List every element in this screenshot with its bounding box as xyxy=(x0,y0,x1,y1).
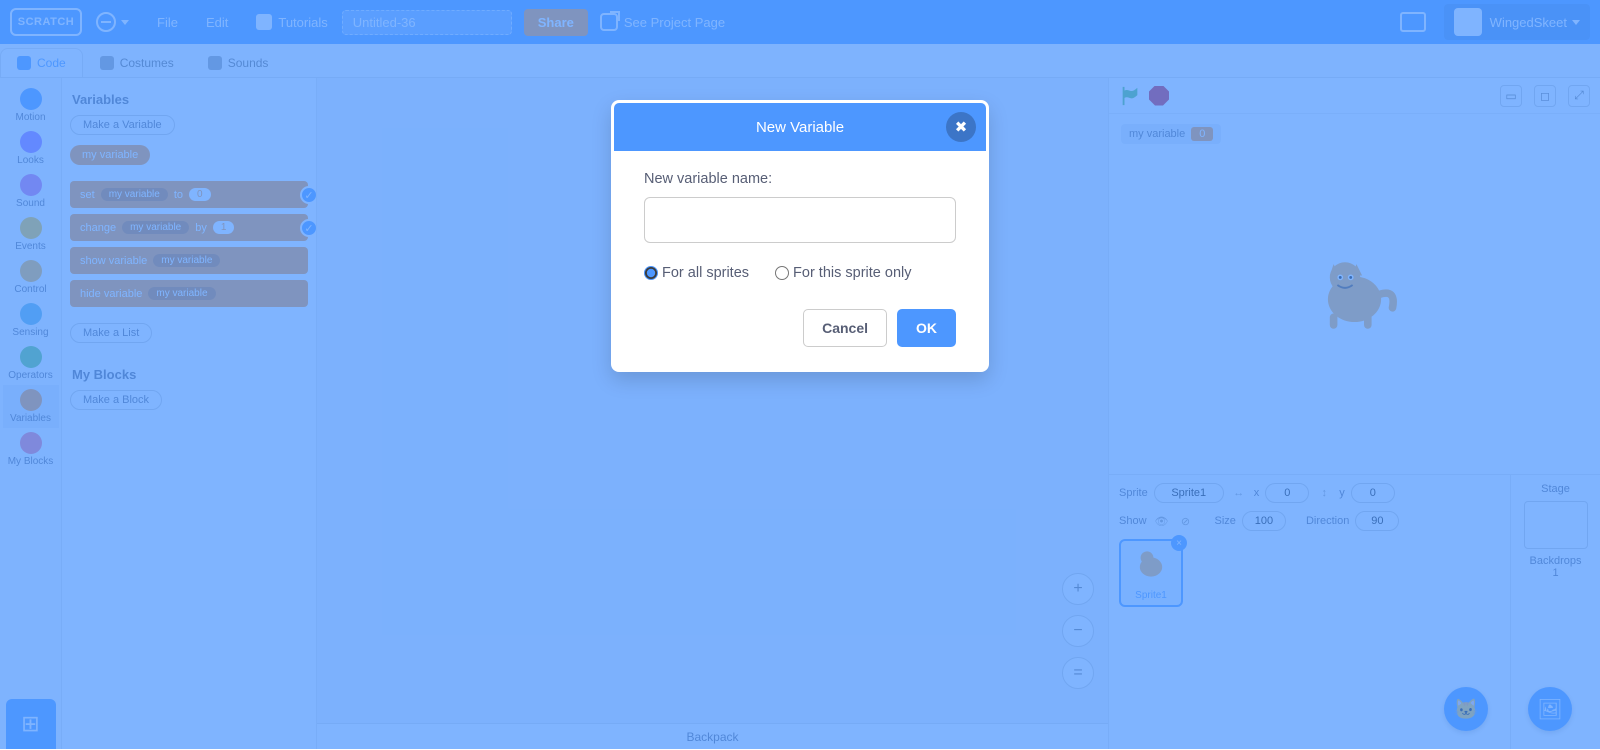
variable-scope-options: For all sprites For this sprite only xyxy=(644,265,956,281)
new-variable-modal: New Variable ✖ New variable name: For al… xyxy=(611,100,989,372)
variable-name-label: New variable name: xyxy=(644,171,956,187)
scope-all-radio[interactable] xyxy=(644,266,658,280)
modal-overlay[interactable]: New Variable ✖ New variable name: For al… xyxy=(0,0,1600,749)
cancel-button[interactable]: Cancel xyxy=(803,309,887,347)
close-button[interactable]: ✖ xyxy=(946,112,976,142)
modal-title: New Variable xyxy=(756,119,844,136)
scope-this-sprite-option[interactable]: For this sprite only xyxy=(775,265,911,281)
scope-this-radio[interactable] xyxy=(775,266,789,280)
variable-name-input[interactable] xyxy=(644,197,956,243)
scope-all-label: For all sprites xyxy=(662,265,749,281)
close-icon: ✖ xyxy=(955,118,968,136)
scope-all-sprites-option[interactable]: For all sprites xyxy=(644,265,749,281)
modal-header: New Variable ✖ xyxy=(614,103,986,151)
scope-this-label: For this sprite only xyxy=(793,265,911,281)
ok-button[interactable]: OK xyxy=(897,309,956,347)
